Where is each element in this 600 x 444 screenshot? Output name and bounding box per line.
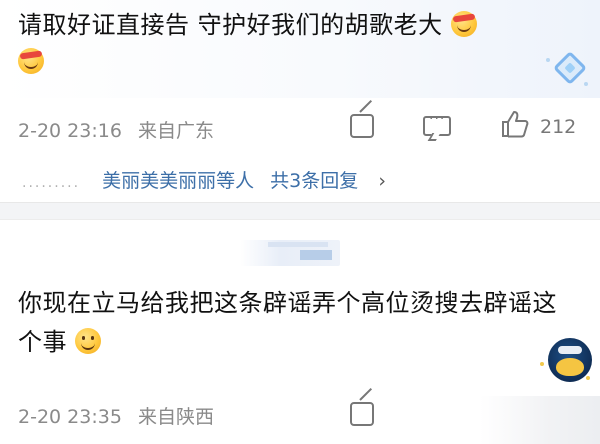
grin-headband-emoji-icon — [450, 11, 477, 37]
comment-separator — [0, 202, 600, 220]
comment-1-location: 来自广东 — [137, 120, 214, 142]
redacted-username — [240, 240, 340, 266]
comment-1-text: 请取好证直接告 守护好我们的胡歌老大 — [18, 6, 578, 44]
like-count[interactable]: 212 — [540, 116, 576, 138]
comment-1-meta: 2-20 23:16 来自广东 — [18, 116, 214, 143]
fan-badge-sticker-icon — [548, 338, 592, 382]
thumbs-up-icon[interactable] — [500, 109, 530, 139]
sparkle-decoration — [546, 58, 550, 62]
reply-names[interactable]: 美丽美美丽丽等人 — [102, 170, 254, 192]
comment-1-body: 请取好证直接告 守护好我们的胡歌老大 — [18, 11, 443, 39]
weibo-comments-page: 请取好证直接告 守护好我们的胡歌老大 2-20 23:16 来自广东 212 .… — [0, 0, 600, 444]
grin-headband-emoji-icon — [18, 48, 44, 74]
comment-2-timestamp: 2-20 23:35 — [18, 406, 122, 428]
comment-2-location: 来自陕西 — [137, 406, 214, 428]
replies-link[interactable]: ......... 美丽美美丽丽等人 共3条回复 › — [22, 166, 386, 193]
smile-emoji-icon — [75, 328, 102, 354]
sparkle-decoration — [540, 362, 544, 366]
comment-2-text: 你现在立马给我把这条辟谣弄个高位烫搜去辟谣这个事 — [18, 284, 578, 362]
share-icon[interactable] — [350, 402, 374, 426]
comment-icon[interactable] — [423, 111, 451, 136]
fade-overlay — [480, 396, 600, 444]
comment-1-timestamp: 2-20 23:16 — [18, 120, 122, 142]
reply-count[interactable]: 共3条回复 — [270, 170, 358, 192]
share-icon[interactable] — [350, 114, 374, 138]
sparkle-decoration — [584, 82, 588, 86]
dots-decoration: ......... — [22, 175, 81, 191]
chevron-right-icon[interactable]: › — [378, 170, 386, 192]
sparkle-decoration — [586, 376, 590, 380]
comment-2-meta: 2-20 23:35 来自陕西 — [18, 402, 214, 429]
